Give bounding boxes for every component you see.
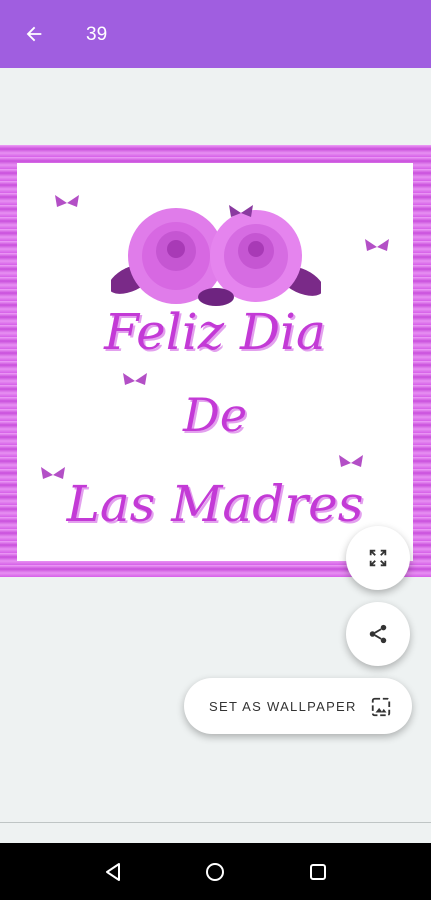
butterfly-icon: [55, 195, 79, 207]
nav-recents-icon: [310, 864, 326, 880]
wallpaper-icon: [371, 697, 391, 717]
system-navigation-bar: [0, 843, 431, 900]
image-canvas: Feliz Dia De Las Madres: [17, 163, 413, 561]
wallpaper-image[interactable]: Feliz Dia De Las Madres: [0, 145, 431, 577]
set-as-wallpaper-label: SET AS WALLPAPER: [209, 699, 357, 714]
nav-back-button[interactable]: [101, 860, 125, 884]
fullscreen-icon: [369, 549, 387, 567]
app-bar: 39: [0, 0, 431, 68]
nav-back-icon: [106, 863, 120, 881]
share-button[interactable]: [346, 602, 410, 666]
page-title: 39: [86, 24, 108, 45]
butterfly-icon: [339, 455, 363, 467]
butterfly-icon: [365, 239, 389, 251]
greeting-line-1: Feliz Dia: [104, 303, 326, 361]
nav-home-button[interactable]: [203, 860, 227, 884]
back-button[interactable]: [20, 20, 48, 48]
nav-home-icon: [206, 863, 224, 881]
set-as-wallpaper-button[interactable]: SET AS WALLPAPER: [184, 678, 412, 734]
greeting-line-3: Las Madres: [66, 475, 364, 533]
share-icon: [369, 624, 387, 644]
greeting-line-2: De: [182, 388, 248, 442]
arrow-back-icon: [26, 26, 42, 42]
fullscreen-button[interactable]: [346, 526, 410, 590]
butterfly-icon: [229, 205, 253, 217]
roses-decoration: [111, 208, 321, 306]
divider: [0, 822, 431, 823]
nav-recents-button[interactable]: [306, 860, 330, 884]
